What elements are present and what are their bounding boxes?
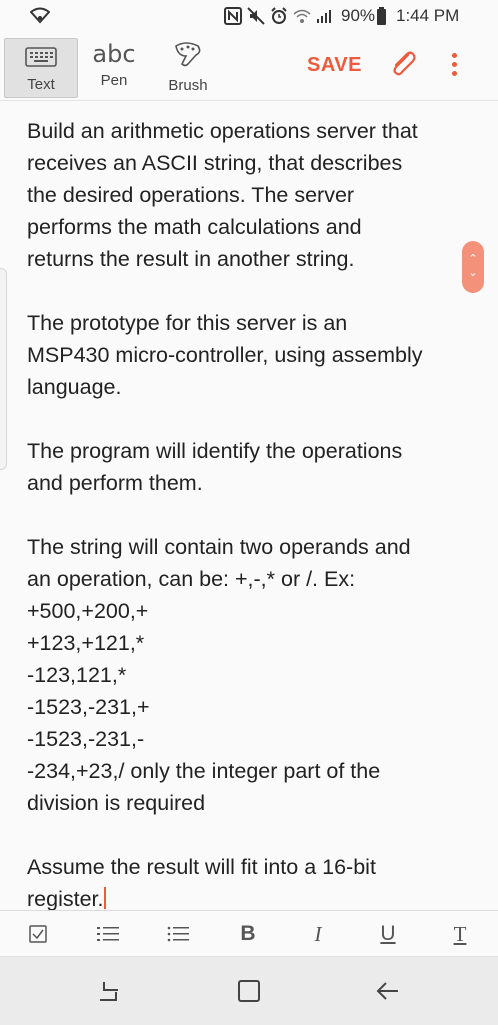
chevron-up-icon: ⌃ bbox=[468, 253, 478, 265]
note-line: The program will identify the operations bbox=[27, 439, 403, 463]
note-line: -234,+23,/ only the integer part of the bbox=[27, 759, 381, 783]
pen-icon: abc bbox=[92, 40, 136, 68]
note-line: performs the math calculations and bbox=[27, 215, 362, 239]
note-line: Assume the result will fit into a 16-bit bbox=[27, 855, 376, 879]
mute-icon bbox=[247, 7, 265, 25]
pen-mode-label: Pen bbox=[100, 72, 128, 89]
chevron-down-icon: ⌄ bbox=[468, 267, 478, 279]
note-line: The prototype for this server is an bbox=[27, 311, 348, 335]
wifi-signal-icon bbox=[293, 9, 311, 23]
note-line: -123,121,* bbox=[27, 663, 127, 687]
note-line: and perform them. bbox=[27, 471, 203, 495]
numbered-list-icon[interactable] bbox=[88, 911, 128, 957]
text-mode-label: Text bbox=[27, 76, 55, 93]
more-options-icon[interactable] bbox=[446, 50, 462, 80]
note-line: the desired operations. The server bbox=[27, 183, 355, 207]
status-icons bbox=[224, 7, 332, 25]
scroll-handle[interactable]: ⌃ ⌄ bbox=[462, 241, 484, 293]
back-icon[interactable] bbox=[368, 975, 408, 1007]
note-line: Build an arithmetic operations server th… bbox=[27, 119, 418, 143]
note-line: an operation, can be: +,-,* or /. Ex: bbox=[27, 567, 356, 591]
note-paragraph: The program will identify the operations… bbox=[27, 435, 467, 499]
text-mode-button[interactable]: Text bbox=[4, 38, 78, 98]
wifi-icon bbox=[29, 6, 51, 29]
note-line: -1523,-231,- bbox=[27, 727, 145, 751]
home-icon[interactable] bbox=[229, 975, 269, 1007]
note-paragraph: The string will contain two operands and… bbox=[27, 531, 467, 819]
side-panel-handle[interactable] bbox=[0, 268, 7, 470]
underline-button[interactable]: U bbox=[368, 911, 408, 957]
nfc-icon bbox=[224, 7, 242, 25]
italic-button[interactable]: I bbox=[298, 911, 338, 957]
text-cursor bbox=[104, 887, 107, 909]
cell-signal-icon bbox=[317, 10, 331, 23]
note-paragraph: The prototype for this server is an MSP43… bbox=[27, 307, 467, 403]
clock: 1:44 PM bbox=[396, 6, 460, 25]
format-bar: B I U T bbox=[0, 910, 498, 957]
attach-icon[interactable] bbox=[388, 49, 418, 84]
save-button[interactable]: SAVE bbox=[307, 54, 362, 77]
note-line: +500,+200,+ bbox=[27, 599, 149, 623]
note-body[interactable]: Build an arithmetic operations server th… bbox=[27, 115, 467, 910]
note-line: register. bbox=[27, 883, 467, 910]
note-line: +123,+121,* bbox=[27, 631, 145, 655]
note-line: division is required bbox=[27, 791, 206, 815]
note-paragraph: Assume the result will fit into a 16-bit… bbox=[27, 851, 467, 910]
navigation-bar bbox=[0, 956, 498, 1025]
battery-icon bbox=[377, 7, 386, 25]
text-style-button[interactable]: T bbox=[440, 911, 480, 957]
note-line: language. bbox=[27, 375, 122, 399]
note-line: -1523,-231,+ bbox=[27, 695, 150, 719]
status-bar: 90% 1:44 PM bbox=[0, 0, 498, 34]
note-line: The string will contain two operands and bbox=[27, 535, 411, 559]
pen-mode-button[interactable]: abc Pen bbox=[82, 38, 146, 96]
checkbox-icon[interactable] bbox=[18, 911, 58, 957]
note-line: returns the result in another string. bbox=[27, 247, 355, 271]
note-line: MSP430 micro-controller, using assembly bbox=[27, 343, 423, 367]
note-toolbar: Text abc Pen Brush SAVE bbox=[0, 34, 498, 101]
keyboard-icon bbox=[25, 47, 57, 67]
bold-button[interactable]: B bbox=[228, 911, 268, 957]
recent-apps-icon[interactable] bbox=[90, 975, 130, 1007]
brush-mode-button[interactable]: Brush bbox=[155, 38, 221, 96]
bullet-list-icon[interactable] bbox=[158, 911, 198, 957]
alarm-icon bbox=[271, 7, 287, 24]
brush-icon bbox=[175, 42, 201, 67]
note-line: receives an ASCII string, that describes bbox=[27, 151, 403, 175]
brush-mode-label: Brush bbox=[168, 77, 208, 94]
battery-percent: 90% bbox=[341, 6, 376, 25]
note-paragraph: Build an arithmetic operations server th… bbox=[27, 115, 467, 275]
